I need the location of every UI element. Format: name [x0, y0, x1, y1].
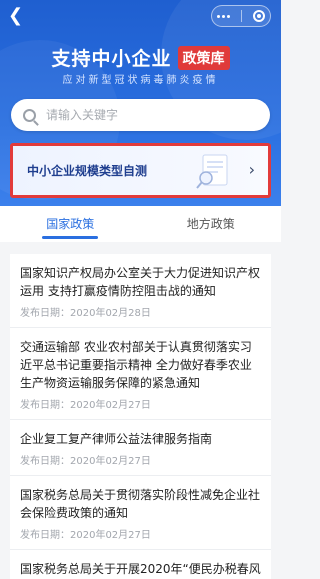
page-title: 支持中小企业 政策库	[0, 44, 281, 71]
list-item[interactable]: 国家知识产权局办公室关于大力促进知识产权运用 支持打赢疫情防控阻击战的通知 发布…	[10, 254, 271, 328]
close-target-icon[interactable]	[252, 10, 265, 22]
policy-date: 发布日期：2020年02月27日	[20, 530, 151, 541]
policy-date: 发布日期：2020年02月27日	[20, 456, 151, 467]
list-item[interactable]: 交通运输部 农业农村部关于认真贯彻落实习近平总书记重要指示精神 全力做好春季农业…	[10, 328, 271, 420]
search-bar[interactable]	[11, 99, 270, 131]
tab-local-policy[interactable]: 地方政策	[141, 206, 282, 242]
list-item[interactable]: 国家税务总局关于开展2020年“便民办税春风行动”的意见	[10, 550, 271, 579]
search-input[interactable]	[46, 108, 246, 122]
policy-title: 国家知识产权局办公室关于大力促进知识产权运用 支持打赢疫情防控阻击战的通知	[20, 266, 261, 298]
back-chevron-icon[interactable]: ❮	[8, 6, 24, 26]
policy-date: 发布日期：2020年02月28日	[20, 308, 151, 319]
policy-list: 国家知识产权局办公室关于大力促进知识产权运用 支持打赢疫情防控阻击战的通知 发布…	[10, 254, 271, 579]
policy-title: 交通运输部 农业农村部关于认真贯彻落实习近平总书记重要指示精神 全力做好春季农业…	[20, 340, 252, 390]
more-dots-icon[interactable]	[217, 14, 231, 18]
search-icon	[23, 108, 36, 122]
capsule-divider	[240, 10, 242, 22]
selftest-label: 中小企业规模类型自测	[27, 164, 148, 178]
header-banner: ❮ 支持中小企业 政策库 应对新型冠状病毒肺炎疫情 中小企业规模类型自测 ›	[0, 0, 281, 206]
size-selftest-card[interactable]: 中小企业规模类型自测 ›	[10, 143, 271, 198]
policy-tabs: 国家政策 地方政策	[0, 206, 281, 242]
policy-title: 企业复工复产律师公益法律服务指南	[20, 432, 213, 446]
policy-date: 发布日期：2020年02月27日	[20, 400, 151, 411]
list-item[interactable]: 企业复工复产律师公益法律服务指南 发布日期：2020年02月27日	[10, 420, 271, 476]
tab-national-policy[interactable]: 国家政策	[0, 206, 141, 242]
mini-program-capsule	[211, 5, 271, 27]
policy-title: 国家税务总局关于贯彻落实阶段性减免企业社会保险费政策的通知	[20, 488, 261, 520]
title-badge: 政策库	[177, 45, 230, 70]
subtitle: 应对新型冠状病毒肺炎疫情	[62, 75, 219, 86]
document-magnifier-icon	[196, 154, 228, 189]
policy-title: 国家税务总局关于开展2020年“便民办税春风行动”的意见	[20, 562, 261, 576]
chevron-right-icon: ›	[248, 160, 255, 179]
title-main: 支持中小企业	[51, 48, 172, 70]
list-item[interactable]: 国家税务总局关于贯彻落实阶段性减免企业社会保险费政策的通知 发布日期：2020年…	[10, 476, 271, 550]
